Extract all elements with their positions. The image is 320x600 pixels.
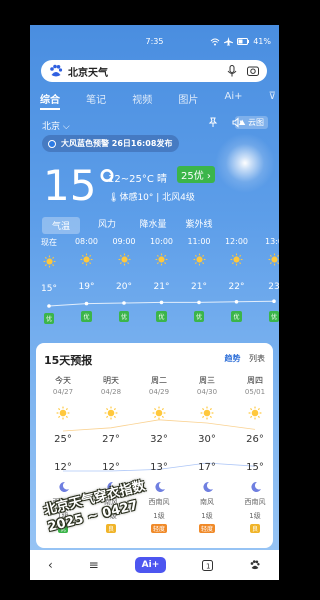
day-high: 27° (102, 434, 120, 445)
day-aqi-badge: 轻度 (150, 524, 167, 533)
day-high: 32° (150, 434, 168, 445)
baidu-paw-icon (50, 64, 63, 77)
ai-button[interactable]: Ai+ (134, 557, 167, 573)
weather-alert[interactable]: 大风蓝色预警 26日16:08发布 (42, 135, 180, 152)
day-low: 12° (54, 462, 72, 473)
hourly-point (234, 300, 239, 304)
status-bar: 7:35 41% (30, 25, 279, 57)
sun-icon (200, 406, 214, 420)
day-date: 04/30 (196, 388, 218, 396)
day-low: 17° (198, 462, 216, 473)
hourly-point (47, 304, 51, 308)
alert-icon (48, 139, 56, 148)
day-high: 26° (246, 434, 264, 445)
forecast-day[interactable]: 周四 05/01 26° 15° 西南风 1级良 (233, 375, 277, 533)
cloud-map-button[interactable]: ⛰ 云图 (234, 116, 268, 129)
menu-icon[interactable]: ≡ (89, 558, 99, 572)
day-low: 15° (246, 462, 264, 473)
phone-screen: 7:35 41% 北京天气 综合 笔记 视频 图片 Ai+ ⊽ 北京 ⌵ ⛰ 云… (30, 25, 279, 580)
moon-icon (203, 481, 213, 492)
city-row: 北京 ⌵ ⛰ 云图 (42, 116, 268, 133)
day-low: 12° (102, 462, 120, 473)
svg-text:1: 1 (206, 562, 210, 570)
day-date: 04/27 (52, 388, 74, 396)
day-label: 周四 (247, 376, 263, 385)
current-temperature: 15° (43, 161, 118, 210)
sun-icon (152, 406, 166, 420)
hourly-temp-line (47, 299, 276, 308)
sun-icon (56, 406, 70, 420)
hourly-point (122, 301, 126, 305)
day-low: 13° (150, 462, 168, 473)
tab-video[interactable]: 视频 (132, 91, 152, 110)
sun-icon (104, 406, 118, 420)
microphone-icon[interactable] (225, 64, 239, 78)
day-wind: 西南风 (244, 498, 266, 506)
camera-icon[interactable] (246, 64, 260, 78)
day-label: 明天 (103, 376, 119, 385)
hourly-forecast: 现在 15° 优 08:00 19° 优 09:00 20° 优 10:00 21° 优 11:00 21… (30, 237, 279, 337)
moon-icon (251, 481, 261, 492)
thermometer-icon: 🌡 (108, 193, 120, 203)
day-high: 30° (198, 434, 216, 445)
hourly-point (84, 301, 89, 306)
chevron-right-icon: › (206, 171, 211, 182)
day-aqi-badge: 轻度 (198, 524, 215, 533)
day-wind-level: 1级 (249, 512, 261, 520)
filter-icon[interactable]: ⊽ (269, 91, 276, 110)
metric-tabs: 气温 风力 降水量 紫外线 (42, 217, 279, 234)
sun-glow (215, 133, 275, 193)
tab-precipitation[interactable]: 降水量 (134, 217, 172, 234)
moon-icon (59, 481, 69, 492)
tab-notes[interactable]: 笔记 (86, 91, 106, 110)
day-wind-level: 1级 (201, 512, 213, 520)
day-aqi-badge: 良 (105, 524, 116, 533)
day-date: 04/29 (148, 388, 170, 396)
day-wind: 南风 (200, 498, 214, 506)
back-icon[interactable]: ‹ (48, 558, 53, 572)
hourly-point (197, 300, 201, 305)
hourly-point (272, 299, 276, 303)
day-label: 今天 (55, 376, 71, 385)
battery-level: 41% (253, 37, 271, 46)
day-date: 04/28 (100, 388, 122, 396)
moon-icon (155, 481, 165, 492)
view-toggle: 趋势 列表 (224, 353, 265, 364)
wifi-icon (210, 38, 220, 45)
forecast-title: 15天预报 (44, 354, 93, 367)
tab-images[interactable]: 图片 (178, 91, 198, 110)
day-aqi-badge: 良 (249, 524, 260, 533)
tabs-icon[interactable]: 1 (202, 559, 214, 571)
day-date: 05/01 (244, 388, 266, 396)
search-tabs: 综合 笔记 视频 图片 Ai+ ⊽ (40, 91, 276, 110)
battery-icon (237, 38, 250, 45)
pin-icon[interactable] (208, 117, 218, 128)
day-label: 周二 (151, 376, 167, 385)
bottom-nav: ‹ ≡ Ai+ 1 (30, 550, 279, 580)
search-input[interactable]: 北京天气 (68, 64, 225, 79)
day-high: 25° (54, 434, 72, 445)
aqi-badge[interactable]: 25优 › (177, 166, 215, 183)
toggle-list[interactable]: 列表 (249, 354, 265, 363)
toggle-trend[interactable]: 趋势 (224, 354, 240, 363)
baidu-paw-icon[interactable] (249, 559, 261, 571)
tab-comprehensive[interactable]: 综合 (40, 91, 60, 110)
airplane-icon (224, 37, 234, 46)
day-label: 周三 (199, 376, 215, 385)
tab-ai[interactable]: Ai+ (225, 91, 243, 110)
chevron-down-icon: ⌵ (62, 122, 70, 132)
tab-uv[interactable]: 紫外线 (180, 217, 218, 234)
city-selector[interactable]: 北京 ⌵ (42, 119, 70, 132)
feels-like: 🌡体感10° | 北风4级 (108, 193, 195, 203)
sun-icon (248, 406, 262, 420)
alert-text: 大风蓝色预警 26日16:08发布 (61, 139, 173, 148)
forecast-day[interactable]: 周三 04/30 30° 17° 南风 1级轻度 (185, 375, 229, 533)
tab-temperature[interactable]: 气温 (42, 217, 80, 234)
tab-wind[interactable]: 风力 (88, 217, 126, 234)
search-bar[interactable]: 北京天气 (41, 60, 267, 82)
hourly-point (159, 300, 164, 305)
temp-range: 12~25°C 晴 (108, 174, 167, 185)
